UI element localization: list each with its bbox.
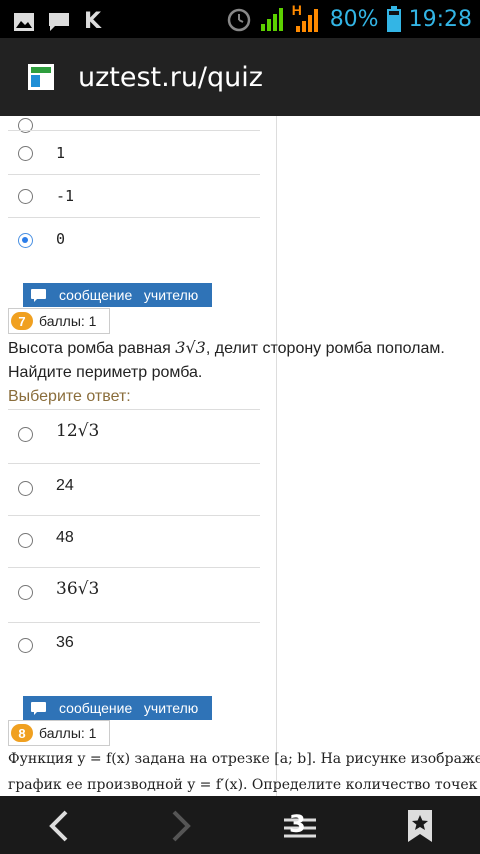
radio-button[interactable] xyxy=(18,146,33,161)
message-icon xyxy=(49,12,69,31)
radio-button[interactable] xyxy=(18,638,33,653)
radio-button[interactable] xyxy=(18,481,33,496)
back-icon[interactable] xyxy=(40,806,80,846)
option-divider xyxy=(8,130,260,131)
answer-label: 0 xyxy=(56,230,66,248)
bookmark-icon[interactable] xyxy=(400,806,440,846)
radio-button-checked[interactable] xyxy=(18,233,33,248)
question-text: Функция y = f(x) задана на отрезке [a; b… xyxy=(8,746,480,796)
question-number: 8 xyxy=(11,724,33,742)
chat-icon xyxy=(31,289,47,302)
answer-option[interactable]: 48 xyxy=(0,516,260,568)
question-text: Высота ромба равная 3√3, делит сторону р… xyxy=(8,336,480,385)
gallery-icon xyxy=(14,12,34,31)
message-teacher-button[interactable]: сообщение учителю xyxy=(23,696,212,720)
battery-percent: 80% xyxy=(329,6,379,32)
answer-label: 48 xyxy=(56,529,74,546)
radio-button[interactable] xyxy=(18,585,33,600)
answer-option[interactable]: 36√3 xyxy=(0,568,260,622)
question-text-part: , делит сторону ромба пополам. xyxy=(205,340,445,357)
status-bar: K H 80% 19:28 xyxy=(0,0,480,38)
message-button-label: сообщение учителю xyxy=(59,287,199,303)
score-label: баллы: 1 xyxy=(39,313,97,329)
url-text[interactable]: uztest.ru/quiz xyxy=(78,62,263,93)
choose-answer-label: Выберите ответ: xyxy=(8,388,131,405)
question-math: 3√3 xyxy=(175,338,206,357)
message-button-label: сообщение учителю xyxy=(59,700,199,716)
column-divider xyxy=(276,116,277,796)
radio-button[interactable] xyxy=(18,189,33,204)
question-score-badge: 7 баллы: 1 xyxy=(8,308,110,334)
forward-icon[interactable] xyxy=(160,806,200,846)
k-notification-icon: K xyxy=(84,9,102,34)
answer-option-selected[interactable]: 0 xyxy=(0,218,260,262)
site-favicon-icon xyxy=(28,64,54,90)
clock: 19:28 xyxy=(408,6,472,32)
answer-label: 24 xyxy=(56,477,74,494)
answer-label: 36 xyxy=(56,634,74,651)
question-number: 7 xyxy=(11,312,33,330)
address-bar[interactable]: uztest.ru/quiz xyxy=(0,38,480,116)
message-teacher-button[interactable]: сообщение учителю xyxy=(23,283,212,307)
answer-label: 36√3 xyxy=(56,579,100,599)
network-signal: H xyxy=(292,2,322,34)
tabs-button[interactable]: 3 xyxy=(280,806,320,846)
radio-button[interactable] xyxy=(18,533,33,548)
answer-option[interactable]: 36 xyxy=(0,623,260,675)
battery-icon xyxy=(386,6,401,32)
alarm-icon xyxy=(227,8,250,32)
tabs-count: 3 xyxy=(289,810,306,838)
question-score-badge: 8 баллы: 1 xyxy=(8,720,110,746)
answer-label: 12√3 xyxy=(56,421,100,441)
score-label: баллы: 1 xyxy=(39,725,97,741)
answer-option[interactable]: -1 xyxy=(0,175,260,219)
question-text-line: Функция y = f(x) задана на отрезке [a; b… xyxy=(8,751,480,767)
question-text-part: Высота ромба равная xyxy=(8,340,176,357)
answer-option[interactable]: 12√3 xyxy=(0,410,260,462)
chat-icon xyxy=(31,702,47,715)
answer-option[interactable]: 1 xyxy=(0,132,260,176)
question-text-line: график ее производной y = f′(x). Определ… xyxy=(8,777,478,793)
signal-icon xyxy=(260,8,283,31)
answer-option[interactable]: 24 xyxy=(0,464,260,516)
question-text-line: Найдите периметр ромба. xyxy=(8,364,203,381)
radio-button[interactable] xyxy=(18,427,33,442)
browser-nav-bar: 3 xyxy=(0,796,480,854)
signal-strength-icon xyxy=(295,9,318,32)
answer-label: -1 xyxy=(56,187,75,205)
quiz-content: 1 -1 0 сообщение учителю 7 баллы: 1 Высо… xyxy=(0,116,480,796)
answer-label: 1 xyxy=(56,144,66,162)
